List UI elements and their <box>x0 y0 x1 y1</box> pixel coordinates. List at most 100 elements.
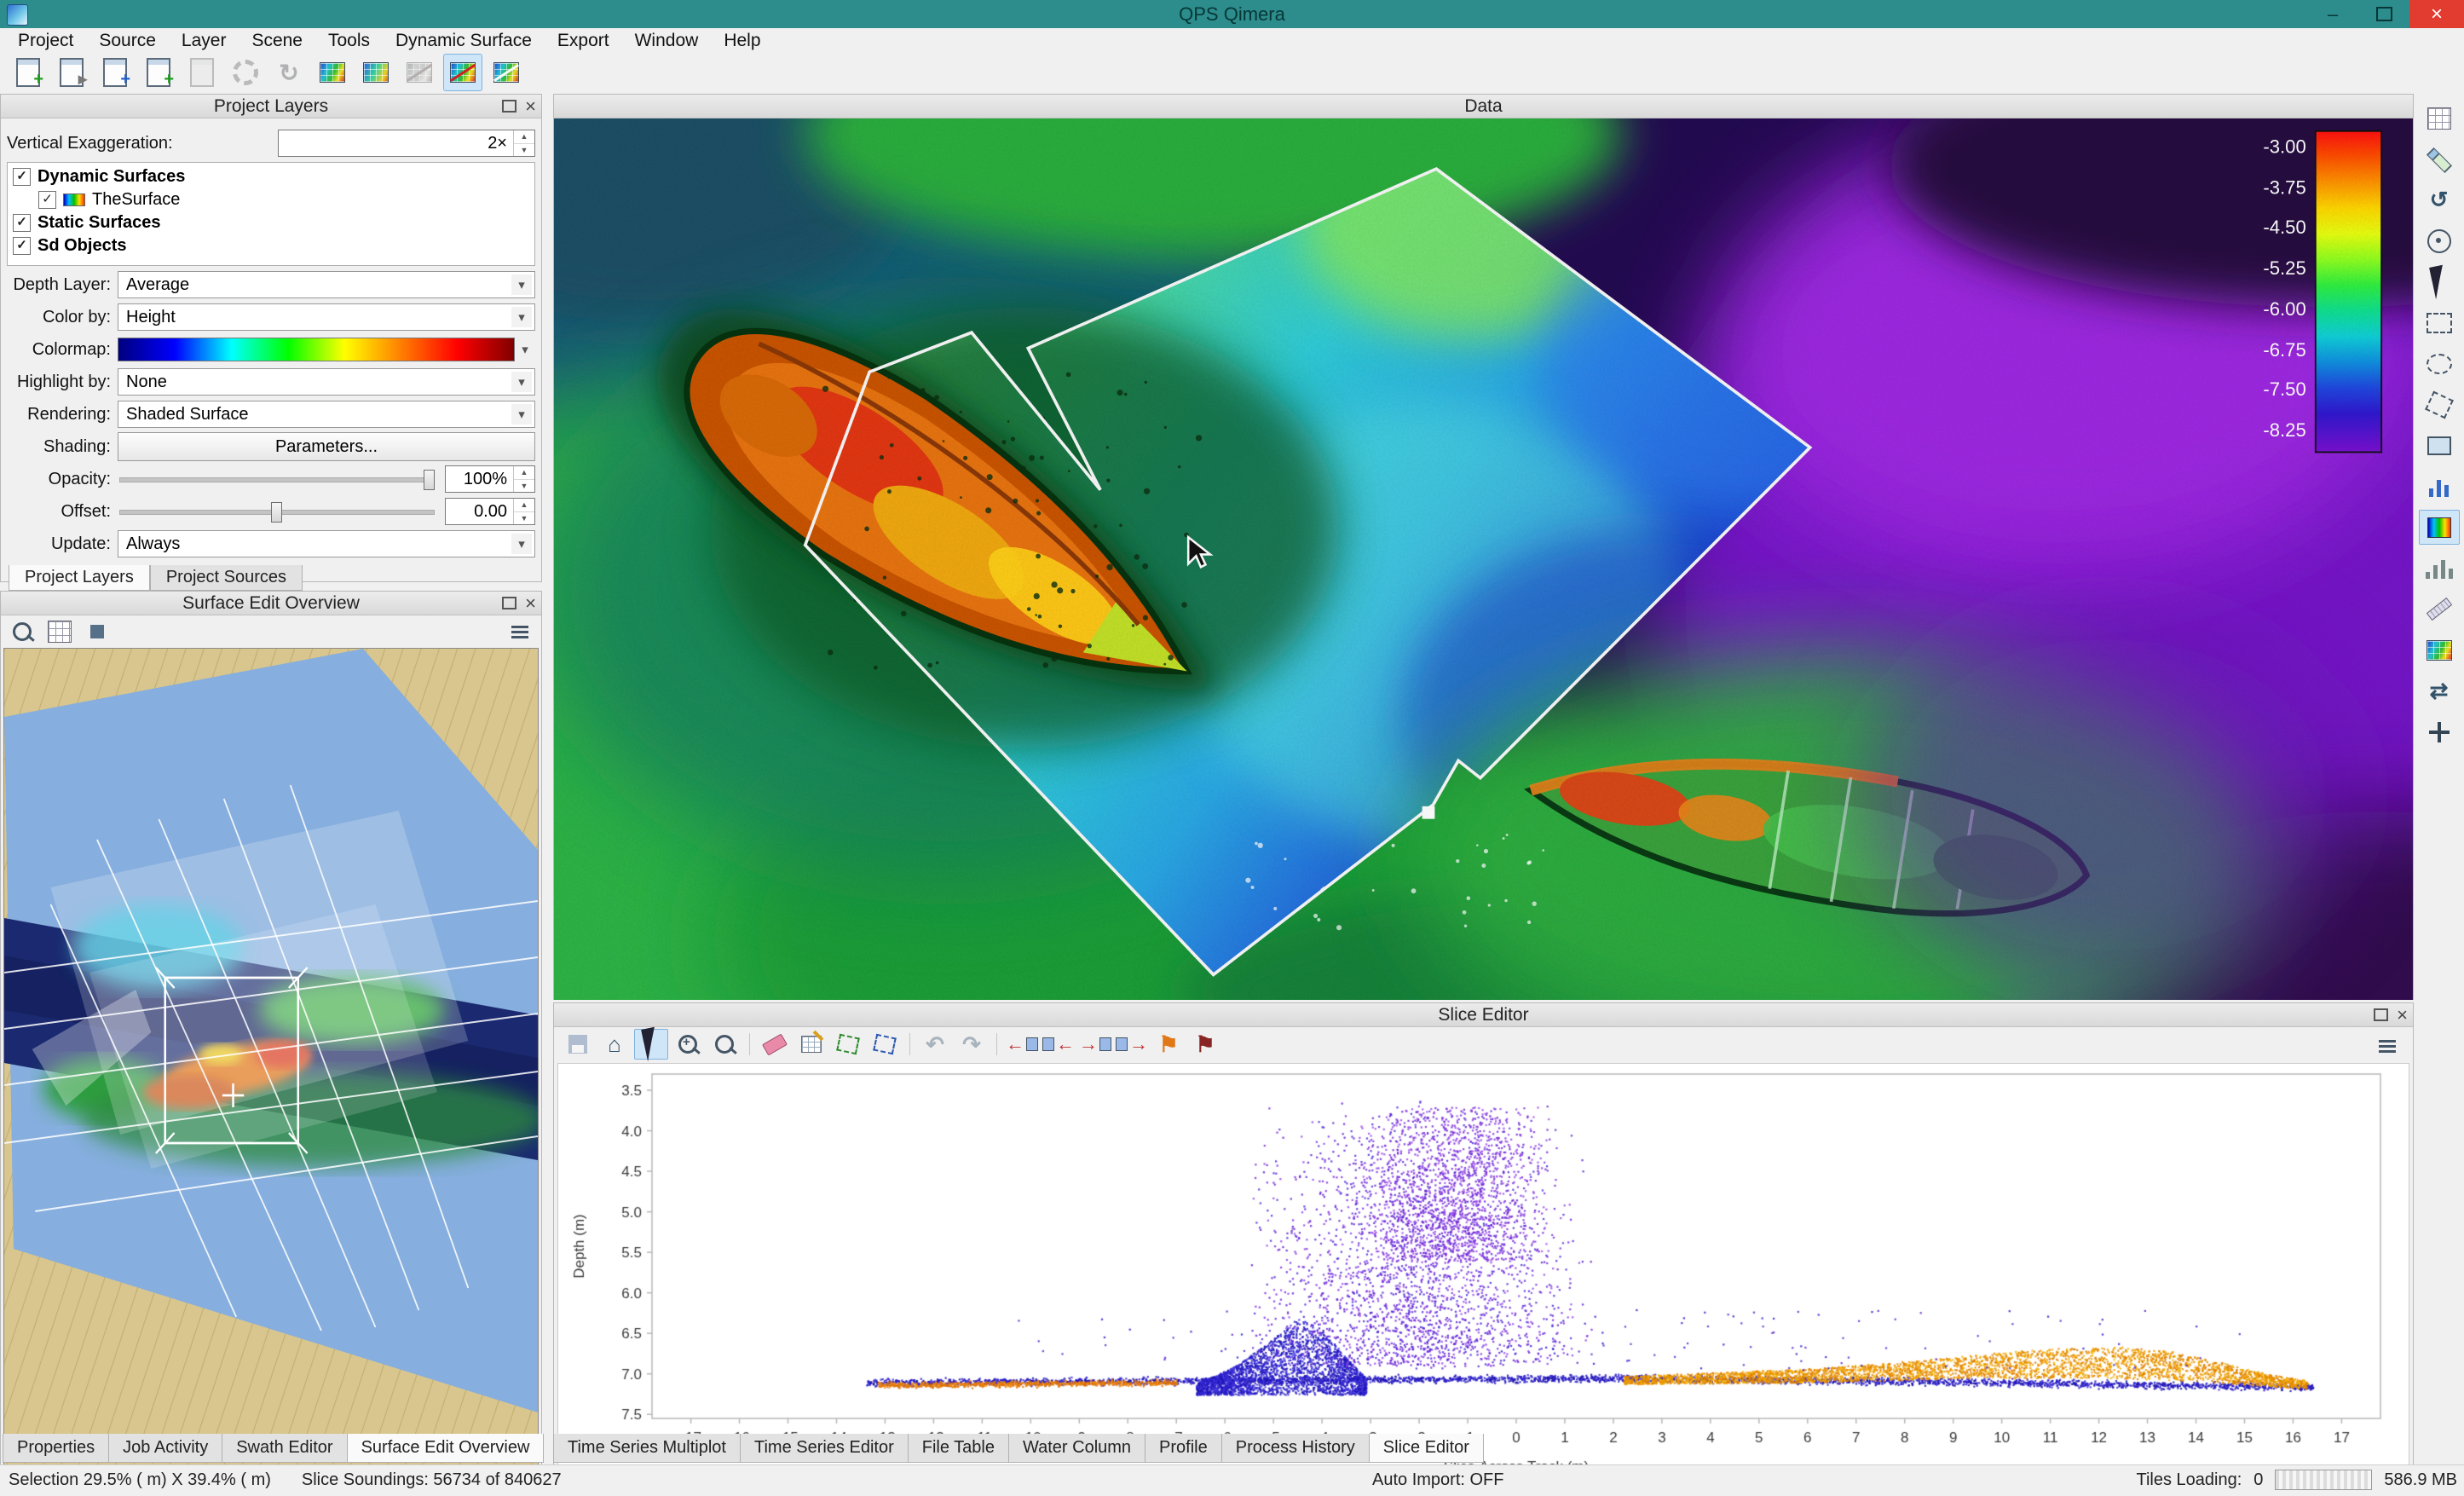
checkbox[interactable]: ✓ <box>38 191 56 209</box>
center-target-button[interactable] <box>2419 223 2460 258</box>
tree-item-sd-objects[interactable]: ✓ Sd Objects <box>9 234 533 257</box>
extent-toggle-button[interactable] <box>81 617 113 646</box>
close-panel-icon[interactable]: × <box>525 595 536 612</box>
tab-slice-editor[interactable]: Slice Editor <box>1369 1434 1484 1463</box>
select-pointer-button[interactable] <box>634 1029 668 1060</box>
tab-time-series-multiplot[interactable]: Time Series Multiplot <box>553 1434 741 1463</box>
menu-help[interactable]: Help <box>711 28 773 53</box>
overview-menu-button[interactable] <box>504 617 536 646</box>
close-panel-icon[interactable]: × <box>525 98 536 115</box>
menu-dynamic-surface[interactable]: Dynamic Surface <box>383 28 545 53</box>
maximize-button[interactable] <box>2358 0 2409 28</box>
vertical-exaggeration-input[interactable]: 2× ▲▼ <box>278 130 535 157</box>
tab-process-history[interactable]: Process History <box>1221 1434 1370 1463</box>
colormap-tool-button[interactable] <box>2419 510 2460 545</box>
zoom-in-button[interactable] <box>671 1029 705 1060</box>
edit-grid-button[interactable] <box>794 1029 828 1060</box>
select-polygon-button[interactable] <box>2419 387 2460 422</box>
pointer-tool-button[interactable] <box>2419 264 2460 299</box>
home-view-button[interactable]: ⌂ <box>597 1029 632 1060</box>
add-raw-sonar-files-button[interactable]: + <box>95 54 135 91</box>
tab-swath-editor[interactable]: Swath Editor <box>222 1434 347 1463</box>
menu-project[interactable]: Project <box>5 28 86 53</box>
slice-editor-tool-button[interactable] <box>443 54 482 91</box>
create-dynamic-surface-button[interactable] <box>313 54 352 91</box>
surface-slice-button[interactable] <box>487 54 526 91</box>
chevron-down-icon[interactable]: ▾ <box>515 342 535 357</box>
color-by-select[interactable]: Height ▾ <box>118 303 535 331</box>
colormap-strip[interactable] <box>118 338 515 361</box>
previous-slice-button[interactable]: ← <box>1005 1029 1039 1060</box>
menu-export[interactable]: Export <box>545 28 622 53</box>
previous-slice-locked-button[interactable]: ← <box>1042 1029 1076 1060</box>
surface-view-button[interactable] <box>2419 632 2460 667</box>
menu-scene[interactable]: Scene <box>239 28 315 53</box>
offset-input[interactable]: 0.00 ▲▼ <box>445 498 535 525</box>
menu-tools[interactable]: Tools <box>315 28 383 53</box>
tab-job-activity[interactable]: Job Activity <box>108 1434 222 1463</box>
histogram-button[interactable] <box>2419 551 2460 586</box>
tab-project-layers[interactable]: Project Layers <box>9 565 150 591</box>
slice-menu-button[interactable] <box>2370 1031 2404 1061</box>
overview-map[interactable] <box>3 648 539 1468</box>
tab-profile[interactable]: Profile <box>1145 1434 1222 1463</box>
float-panel-icon[interactable] <box>502 100 516 113</box>
highlight-by-select[interactable]: None ▾ <box>118 368 535 396</box>
tree-item-thesurface[interactable]: ✓ TheSurface <box>9 188 533 211</box>
tree-item-dynamic-surfaces[interactable]: ✓ Dynamic Surfaces <box>9 165 533 188</box>
zoom-window-button[interactable] <box>707 1029 742 1060</box>
scene-3d-view[interactable]: -3.00 -3.75 -4.50 -5.25 -6.00 -6.75 -7.5… <box>554 118 2413 1000</box>
float-panel-icon[interactable] <box>502 597 516 609</box>
update-select[interactable]: Always ▾ <box>118 530 535 557</box>
checkbox[interactable]: ✓ <box>13 168 31 186</box>
tab-file-table[interactable]: File Table <box>908 1434 1009 1463</box>
grid-view-button[interactable] <box>2419 101 2460 136</box>
select-lasso-button[interactable] <box>2419 346 2460 381</box>
checkbox[interactable]: ✓ <box>13 214 31 232</box>
flag-slice-button[interactable]: ⚑ <box>1151 1029 1186 1060</box>
create-static-surface-button[interactable] <box>356 54 395 91</box>
reset-view-button[interactable]: ↺ <box>2419 182 2460 217</box>
profile-chart-button[interactable] <box>2419 469 2460 504</box>
offset-slider[interactable] <box>118 498 436 525</box>
minimize-button[interactable]: – <box>2307 0 2358 28</box>
reject-soundings-eraser-button[interactable] <box>758 1029 792 1060</box>
next-slice-button[interactable]: → <box>1078 1029 1112 1060</box>
close-panel-icon[interactable]: × <box>2397 1007 2408 1024</box>
spinner[interactable]: ▲▼ <box>513 499 534 524</box>
accept-polygon-button[interactable] <box>831 1029 865 1060</box>
select-rectangle-button[interactable] <box>2419 305 2460 340</box>
float-panel-icon[interactable] <box>2374 1008 2388 1021</box>
tab-surface-edit-overview[interactable]: Surface Edit Overview <box>347 1434 545 1463</box>
measure-ruler-button[interactable] <box>2419 592 2460 627</box>
depth-layer-select[interactable]: Average ▾ <box>118 271 535 298</box>
open-project-button[interactable]: ▸ <box>52 54 91 91</box>
add-processed-files-button[interactable]: + <box>139 54 178 91</box>
opacity-slider[interactable] <box>118 465 436 493</box>
tab-properties[interactable]: Properties <box>3 1434 109 1463</box>
shading-parameters-button[interactable]: Parameters... <box>118 432 535 461</box>
spinner[interactable]: ▲▼ <box>513 130 534 156</box>
pan-3d-button[interactable] <box>2419 714 2460 749</box>
tree-item-static-surfaces[interactable]: ✓ Static Surfaces <box>9 211 533 234</box>
checkbox[interactable]: ✓ <box>13 237 31 255</box>
new-project-button[interactable]: + <box>9 54 48 91</box>
reject-polygon-button[interactable] <box>868 1029 902 1060</box>
zoom-extent-button[interactable] <box>6 617 38 646</box>
menu-window[interactable]: Window <box>622 28 712 53</box>
swap-views-button[interactable]: ⇄ <box>2419 673 2460 708</box>
close-button[interactable]: × <box>2409 0 2464 28</box>
rendering-select[interactable]: Shaded Surface ▾ <box>118 401 535 428</box>
menu-source[interactable]: Source <box>86 28 169 53</box>
flag-region-button[interactable]: ⚑ <box>1188 1029 1222 1060</box>
tab-project-sources[interactable]: Project Sources <box>150 565 303 591</box>
opacity-input[interactable]: 100% ▲▼ <box>445 465 535 493</box>
layer-stack-button[interactable] <box>2419 142 2460 176</box>
tab-time-series-editor[interactable]: Time Series Editor <box>740 1434 909 1463</box>
tab-water-column[interactable]: Water Column <box>1008 1434 1145 1463</box>
next-slice-locked-button[interactable]: → <box>1115 1029 1149 1060</box>
menu-layer[interactable]: Layer <box>169 28 239 53</box>
grid-toggle-button[interactable] <box>43 617 76 646</box>
spinner[interactable]: ▲▼ <box>513 466 534 492</box>
slice-plot-canvas[interactable] <box>558 1064 2408 1492</box>
